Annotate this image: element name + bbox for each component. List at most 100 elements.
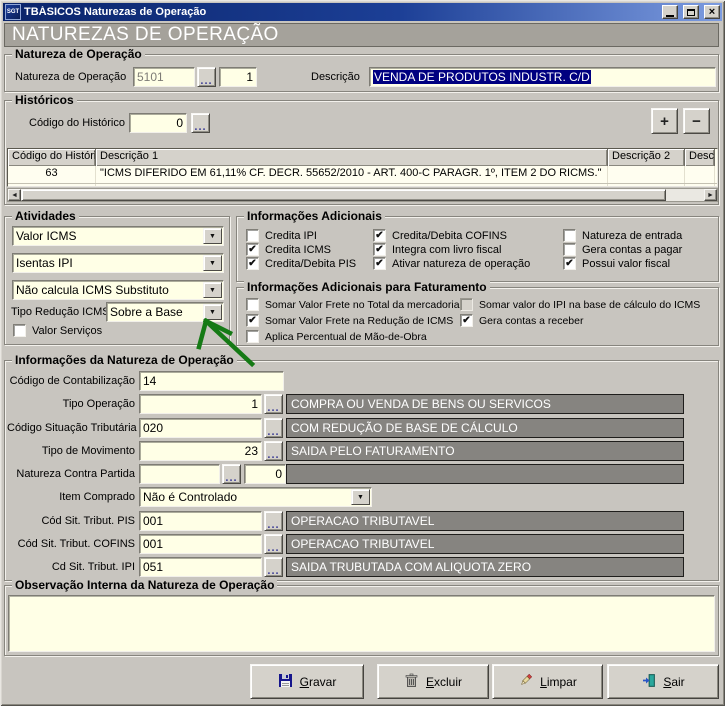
- adicionais-0-0-checkbox[interactable]: [246, 229, 259, 242]
- adicionais-1-0-checkbox[interactable]: ✔: [373, 229, 386, 242]
- field-value: 020: [143, 421, 163, 435]
- faturamento-0-2-label: Aplica Percentual de Mão-de-Obra: [265, 331, 427, 343]
- field-label: Código Situação Tributária: [7, 422, 135, 434]
- natureza-lookup-button[interactable]: ...: [197, 67, 216, 87]
- field-label: Cd Sit. Tribut. IPI: [7, 561, 135, 573]
- grid-column-header[interactable]: Descriç: [685, 149, 715, 166]
- adicionais-0-1-checkbox[interactable]: ✔: [246, 243, 259, 256]
- button-label: Gravar: [300, 675, 337, 689]
- adicionais-0-2-label: Credita/Debita PIS: [265, 258, 356, 270]
- tipo-reducao-dropdown[interactable]: Sobre a Base ▼: [106, 302, 224, 322]
- scroll-left-icon[interactable]: ◄: [8, 189, 21, 201]
- field-label: Item Comprado: [7, 491, 135, 503]
- extra-field[interactable]: 0: [244, 464, 286, 484]
- close-button[interactable]: ×: [704, 5, 720, 19]
- exit-icon: [641, 673, 656, 691]
- faturamento-1-0-checkbox[interactable]: [460, 298, 473, 311]
- atividade-icms-dropdown[interactable]: Valor ICMS ▼: [12, 226, 224, 246]
- input-field[interactable]: 001: [139, 534, 262, 554]
- adicionais-1-2-checkbox[interactable]: ✔: [373, 257, 386, 270]
- group-historicos: Históricos Código do Histórico 0 ... + −…: [4, 100, 719, 205]
- lookup-button[interactable]: ...: [264, 557, 283, 577]
- minimize-icon: [666, 15, 674, 17]
- grid-horizontal-scrollbar[interactable]: ◄ ►: [7, 188, 718, 202]
- close-icon: ×: [709, 7, 715, 17]
- input-field[interactable]: 1: [139, 394, 262, 414]
- input-field[interactable]: 001: [139, 511, 262, 531]
- lookup-button[interactable]: ...: [264, 534, 283, 554]
- faturamento-0-1-checkbox[interactable]: ✔: [246, 314, 259, 327]
- table-row[interactable]: 63"ICMS DIFERIDO EM 61,11% CF. DECR. 556…: [8, 166, 717, 184]
- remove-historico-button[interactable]: −: [683, 108, 710, 134]
- sair-button[interactable]: Sair: [607, 664, 719, 699]
- historicos-grid: Código do HistóricoDescrição 1Descrição …: [7, 148, 718, 187]
- dropdown-value: Isentas IPI: [13, 254, 202, 272]
- maximize-button[interactable]: [683, 5, 699, 19]
- check-icon: ✔: [462, 316, 470, 326]
- eraser-icon: [518, 673, 533, 691]
- observacao-textarea[interactable]: [8, 595, 715, 652]
- ellipsis-icon: ...: [267, 544, 279, 553]
- valor-servicos-label: Valor Serviços: [32, 325, 102, 337]
- dropdown-value: Valor ICMS: [13, 227, 202, 245]
- minimize-button[interactable]: [662, 5, 678, 19]
- lookup-button[interactable]: ...: [264, 511, 283, 531]
- natureza-codigo-field[interactable]: 5101: [133, 67, 195, 87]
- input-field[interactable]: 23: [139, 441, 262, 461]
- field-label: Natureza Contra Partida: [7, 468, 135, 480]
- faturamento-0-0-checkbox[interactable]: [246, 298, 259, 311]
- codigo-historico-value: 0: [176, 116, 183, 130]
- input-field[interactable]: 020: [139, 418, 262, 438]
- check-icon: ✔: [375, 231, 383, 241]
- ellipsis-icon: ...: [267, 428, 279, 437]
- historico-lookup-button[interactable]: ...: [191, 113, 210, 133]
- lookup-button[interactable]: ...: [222, 464, 241, 484]
- grid-cell-descricao2: [608, 166, 685, 183]
- grid-cell-descricao3: [685, 166, 715, 183]
- input-field[interactable]: [139, 464, 220, 484]
- adicionais-0-2-checkbox[interactable]: ✔: [246, 257, 259, 270]
- readonly-description: SAIDA PELO FATURAMENTO: [286, 441, 684, 461]
- scroll-right-icon[interactable]: ►: [704, 189, 717, 201]
- chevron-down-icon[interactable]: ▼: [203, 304, 222, 320]
- faturamento-1-1-checkbox[interactable]: ✔: [460, 314, 473, 327]
- lookup-button[interactable]: ...: [264, 394, 283, 414]
- grid-column-header[interactable]: Código do Histórico: [8, 149, 96, 166]
- input-field[interactable]: 14: [139, 371, 284, 391]
- lookup-button[interactable]: ...: [264, 418, 283, 438]
- adicionais-2-1-checkbox[interactable]: [563, 243, 576, 256]
- chevron-down-icon[interactable]: ▼: [203, 228, 222, 244]
- gravar-button[interactable]: Gravar: [250, 664, 364, 699]
- adicionais-2-0-checkbox[interactable]: [563, 229, 576, 242]
- check-icon: ✔: [375, 259, 383, 269]
- app-icon: SGT: [5, 4, 21, 20]
- excluir-button[interactable]: Excluir: [377, 664, 489, 699]
- check-icon: ✔: [248, 316, 256, 326]
- titlebar[interactable]: SGT TBÁSICOS Naturezas de Operação ×: [3, 3, 722, 21]
- atividade-ipi-dropdown[interactable]: Isentas IPI ▼: [12, 253, 224, 273]
- grid-column-header[interactable]: Descrição 1: [96, 149, 608, 166]
- codigo-historico-field[interactable]: 0: [129, 113, 187, 133]
- atividade-icms-substituto-dropdown[interactable]: Não calcula ICMS Substituto ▼: [12, 280, 224, 300]
- chevron-down-icon[interactable]: ▼: [351, 489, 370, 505]
- natureza-numero-field[interactable]: 1: [219, 67, 257, 87]
- chevron-down-icon[interactable]: ▼: [203, 282, 222, 298]
- adicionais-2-2-checkbox[interactable]: ✔: [563, 257, 576, 270]
- grid-column-header[interactable]: Descrição 2: [608, 149, 685, 166]
- button-label: Excluir: [426, 675, 462, 689]
- valor-servicos-checkbox[interactable]: [13, 324, 26, 337]
- adicionais-1-1-checkbox[interactable]: ✔: [373, 243, 386, 256]
- faturamento-0-1-label: Somar Valor Frete na Redução de ICMS: [265, 315, 453, 327]
- faturamento-0-2-checkbox[interactable]: [246, 330, 259, 343]
- ellipsis-icon: ...: [267, 567, 279, 576]
- scrollbar-thumb[interactable]: [21, 189, 666, 201]
- descricao-field[interactable]: VENDA DE PRODUTOS INDUSTR. C/D: [369, 67, 716, 87]
- limpar-button[interactable]: Limpar: [492, 664, 603, 699]
- input-field[interactable]: 051: [139, 557, 262, 577]
- item-comprado-dropdown[interactable]: Não é Controlado▼: [139, 487, 372, 507]
- chevron-down-icon[interactable]: ▼: [203, 255, 222, 271]
- lookup-button[interactable]: ...: [264, 441, 283, 461]
- add-historico-button[interactable]: +: [651, 108, 678, 134]
- group-atividades: Atividades Valor ICMS ▼ Isentas IPI ▼ Nã…: [4, 216, 230, 345]
- grid-cell-descricao1: "ICMS DIFERIDO EM 61,11% CF. DECR. 55652…: [96, 166, 608, 183]
